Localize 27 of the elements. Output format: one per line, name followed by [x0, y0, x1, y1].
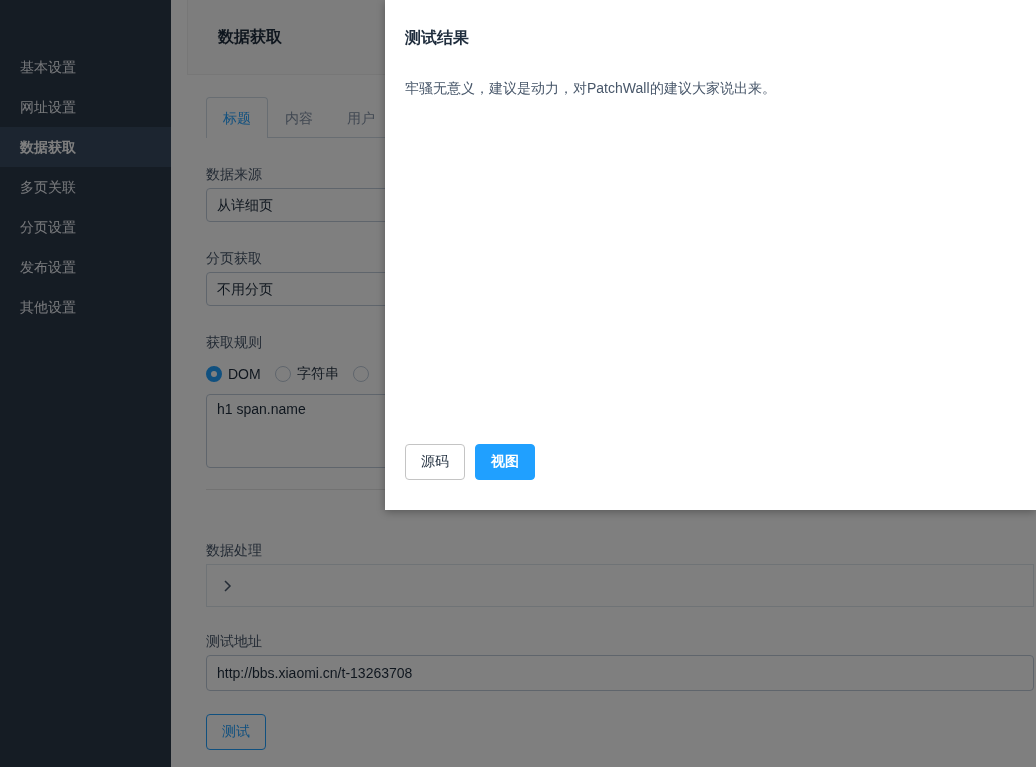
result-text: 牢骚无意义，建议是动力，对PatchWall的建议大家说出来。: [405, 80, 777, 98]
chevron-right-icon[interactable]: [222, 578, 232, 593]
page-title: 数据获取: [218, 26, 282, 47]
url-input[interactable]: http://bbs.xiaomi.cn/t-13263708: [206, 655, 1034, 691]
radio-button[interactable]: [352, 366, 369, 382]
view-button[interactable]: 视图: [475, 444, 535, 480]
sidebar-item[interactable]: 其他设置: [0, 287, 171, 327]
test-button[interactable]: 测试: [206, 714, 266, 750]
sidebar-item[interactable]: 多页关联: [0, 167, 171, 207]
dialog-title: 测试结果: [405, 28, 470, 48]
sidebar-item[interactable]: 数据获取: [0, 127, 171, 167]
field-label: 测试地址: [206, 632, 263, 651]
field-label: 分页获取: [206, 249, 263, 268]
field-label: 数据来源: [206, 165, 263, 184]
field-label: 获取规则: [206, 333, 263, 352]
source-button[interactable]: 源码: [405, 444, 465, 480]
radio-label[interactable]: DOM: [228, 366, 261, 382]
sidebar-item[interactable]: 发布设置: [0, 247, 171, 287]
sidebar-item[interactable]: 网址设置: [0, 87, 171, 127]
field-label: 数据处理: [206, 541, 263, 560]
radio-button[interactable]: [206, 366, 222, 382]
tab[interactable]: 标题: [206, 97, 268, 138]
radio-label[interactable]: 字符串: [296, 365, 339, 383]
sidebar-item[interactable]: 分页设置: [0, 207, 171, 247]
tab[interactable]: 内容: [268, 97, 330, 138]
radio-button[interactable]: [274, 366, 291, 382]
sidebar-item[interactable]: 基本设置: [0, 47, 171, 87]
